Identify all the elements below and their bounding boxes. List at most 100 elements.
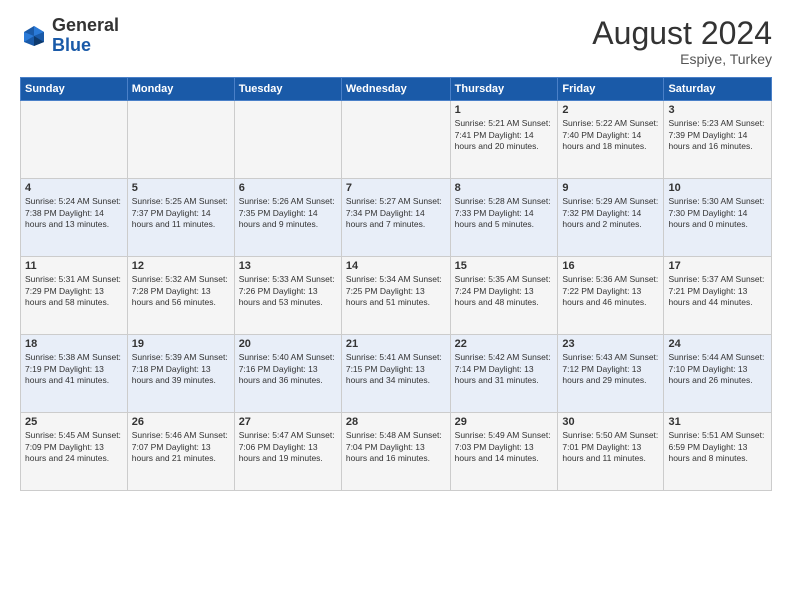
- cell-w2-d1: 12 Sunrise: 5:32 AM Sunset: 7:28 PM Dayli…: [127, 257, 234, 335]
- day-info: Sunrise: 5:30 AM Sunset: 7:30 PM Dayligh…: [668, 196, 767, 230]
- calendar-body: 1Sunrise: 5:21 AM Sunset: 7:41 PM Daylig…: [21, 101, 772, 491]
- cell-w4-d6: 31Sunrise: 5:51 AM Sunset: 6:59 PM Dayli…: [664, 413, 772, 491]
- day-number: 18: [25, 338, 123, 350]
- cell-w3-d1: 19 Sunrise: 5:39 AM Sunset: 7:18 PM Dayli…: [127, 335, 234, 413]
- day-info: Sunrise: 5:36 AM Sunset: 7:22 PM Dayligh…: [562, 274, 659, 308]
- day-info: Sunrise: 5:29 AM Sunset: 7:32 PM Dayligh…: [562, 196, 659, 230]
- day-number: 25: [25, 416, 123, 428]
- cell-w1-d2: 6 Sunrise: 5:26 AM Sunset: 7:35 PM Daylig…: [234, 179, 341, 257]
- header-row: Sunday Monday Tuesday Wednesday Thursday…: [21, 78, 772, 101]
- header: General Blue August 2024 Espiye, Turkey: [20, 16, 772, 67]
- day-info: Sunrise: 5:43 AM Sunset: 7:12 PM Dayligh…: [562, 352, 659, 386]
- day-info: Sunrise: 5:26 AM Sunset: 7:35 PM Dayligh…: [239, 196, 337, 230]
- page: General Blue August 2024 Espiye, Turkey …: [0, 0, 792, 612]
- day-info: Sunrise: 5:25 AM Sunset: 7:37 PM Dayligh…: [132, 196, 230, 230]
- cell-w1-d5: 9 Sunrise: 5:29 AM Sunset: 7:32 PM Daylig…: [558, 179, 664, 257]
- cell-w3-d0: 18 Sunrise: 5:38 AM Sunset: 7:19 PM Dayli…: [21, 335, 128, 413]
- location: Espiye, Turkey: [592, 51, 772, 67]
- day-info: Sunrise: 5:50 AM Sunset: 7:01 PM Dayligh…: [562, 430, 659, 464]
- week-row-0: 1Sunrise: 5:21 AM Sunset: 7:41 PM Daylig…: [21, 101, 772, 179]
- day-info: Sunrise: 5:42 AM Sunset: 7:14 PM Dayligh…: [455, 352, 554, 386]
- week-row-2: 11Sunrise: 5:31 AM Sunset: 7:29 PM Dayli…: [21, 257, 772, 335]
- day-number: 10: [668, 182, 767, 194]
- cell-w1-d3: 7 Sunrise: 5:27 AM Sunset: 7:34 PM Daylig…: [341, 179, 450, 257]
- cell-w1-d4: 8 Sunrise: 5:28 AM Sunset: 7:33 PM Daylig…: [450, 179, 558, 257]
- month-year: August 2024: [592, 16, 772, 51]
- cell-w0-d5: 2Sunrise: 5:22 AM Sunset: 7:40 PM Daylig…: [558, 101, 664, 179]
- cell-w4-d4: 29Sunrise: 5:49 AM Sunset: 7:03 PM Dayli…: [450, 413, 558, 491]
- cell-w3-d6: 24 Sunrise: 5:44 AM Sunset: 7:10 PM Dayli…: [664, 335, 772, 413]
- day-info: Sunrise: 5:33 AM Sunset: 7:26 PM Dayligh…: [239, 274, 337, 308]
- logo-general: General: [52, 15, 119, 35]
- day-info: Sunrise: 5:23 AM Sunset: 7:39 PM Dayligh…: [668, 118, 767, 152]
- day-number: 6: [239, 182, 337, 194]
- day-info: Sunrise: 5:28 AM Sunset: 7:33 PM Dayligh…: [455, 196, 554, 230]
- cell-w0-d2: [234, 101, 341, 179]
- day-info: Sunrise: 5:27 AM Sunset: 7:34 PM Dayligh…: [346, 196, 446, 230]
- day-info: Sunrise: 5:37 AM Sunset: 7:21 PM Dayligh…: [668, 274, 767, 308]
- cell-w0-d0: [21, 101, 128, 179]
- day-number: 30: [562, 416, 659, 428]
- day-number: 7: [346, 182, 446, 194]
- day-number: 8: [455, 182, 554, 194]
- day-number: 27: [239, 416, 337, 428]
- cell-w2-d2: 13 Sunrise: 5:33 AM Sunset: 7:26 PM Dayli…: [234, 257, 341, 335]
- calendar-table: Sunday Monday Tuesday Wednesday Thursday…: [20, 77, 772, 491]
- cell-w3-d4: 22 Sunrise: 5:42 AM Sunset: 7:14 PM Dayli…: [450, 335, 558, 413]
- col-saturday: Saturday: [664, 78, 772, 101]
- day-number: 9: [562, 182, 659, 194]
- day-number: 16: [562, 260, 659, 272]
- day-number: 24: [668, 338, 767, 350]
- day-number: 3: [668, 104, 767, 116]
- col-wednesday: Wednesday: [341, 78, 450, 101]
- day-info: Sunrise: 5:34 AM Sunset: 7:25 PM Dayligh…: [346, 274, 446, 308]
- day-number: 31: [668, 416, 767, 428]
- cell-w3-d2: 20 Sunrise: 5:40 AM Sunset: 7:16 PM Dayli…: [234, 335, 341, 413]
- day-number: 22: [455, 338, 554, 350]
- cell-w4-d3: 28Sunrise: 5:48 AM Sunset: 7:04 PM Dayli…: [341, 413, 450, 491]
- logo-text: General Blue: [52, 16, 119, 56]
- day-number: 12: [132, 260, 230, 272]
- cell-w2-d6: 17 Sunrise: 5:37 AM Sunset: 7:21 PM Dayli…: [664, 257, 772, 335]
- cell-w4-d5: 30 Sunrise: 5:50 AM Sunset: 7:01 PM Dayli…: [558, 413, 664, 491]
- day-number: 17: [668, 260, 767, 272]
- day-number: 23: [562, 338, 659, 350]
- col-friday: Friday: [558, 78, 664, 101]
- logo-icon: [20, 22, 48, 50]
- cell-w1-d1: 5 Sunrise: 5:25 AM Sunset: 7:37 PM Daylig…: [127, 179, 234, 257]
- day-info: Sunrise: 5:38 AM Sunset: 7:19 PM Dayligh…: [25, 352, 123, 386]
- cell-w2-d4: 15 Sunrise: 5:35 AM Sunset: 7:24 PM Dayli…: [450, 257, 558, 335]
- cell-w0-d4: 1Sunrise: 5:21 AM Sunset: 7:41 PM Daylig…: [450, 101, 558, 179]
- day-info: Sunrise: 5:32 AM Sunset: 7:28 PM Dayligh…: [132, 274, 230, 308]
- day-info: Sunrise: 5:35 AM Sunset: 7:24 PM Dayligh…: [455, 274, 554, 308]
- cell-w2-d0: 11Sunrise: 5:31 AM Sunset: 7:29 PM Dayli…: [21, 257, 128, 335]
- cell-w0-d3: [341, 101, 450, 179]
- col-sunday: Sunday: [21, 78, 128, 101]
- week-row-1: 4Sunrise: 5:24 AM Sunset: 7:38 PM Daylig…: [21, 179, 772, 257]
- day-info: Sunrise: 5:39 AM Sunset: 7:18 PM Dayligh…: [132, 352, 230, 386]
- logo: General Blue: [20, 16, 119, 56]
- day-info: Sunrise: 5:44 AM Sunset: 7:10 PM Dayligh…: [668, 352, 767, 386]
- day-number: 20: [239, 338, 337, 350]
- cell-w2-d5: 16 Sunrise: 5:36 AM Sunset: 7:22 PM Dayli…: [558, 257, 664, 335]
- day-number: 2: [562, 104, 659, 116]
- day-info: Sunrise: 5:40 AM Sunset: 7:16 PM Dayligh…: [239, 352, 337, 386]
- col-thursday: Thursday: [450, 78, 558, 101]
- day-info: Sunrise: 5:45 AM Sunset: 7:09 PM Dayligh…: [25, 430, 123, 464]
- day-number: 19: [132, 338, 230, 350]
- cell-w2-d3: 14 Sunrise: 5:34 AM Sunset: 7:25 PM Dayli…: [341, 257, 450, 335]
- day-number: 5: [132, 182, 230, 194]
- cell-w1-d6: 10 Sunrise: 5:30 AM Sunset: 7:30 PM Dayli…: [664, 179, 772, 257]
- day-number: 14: [346, 260, 446, 272]
- cell-w1-d0: 4Sunrise: 5:24 AM Sunset: 7:38 PM Daylig…: [21, 179, 128, 257]
- title-block: August 2024 Espiye, Turkey: [592, 16, 772, 67]
- cell-w0-d1: [127, 101, 234, 179]
- day-number: 15: [455, 260, 554, 272]
- cell-w4-d0: 25 Sunrise: 5:45 AM Sunset: 7:09 PM Dayli…: [21, 413, 128, 491]
- day-info: Sunrise: 5:24 AM Sunset: 7:38 PM Dayligh…: [25, 196, 123, 230]
- col-monday: Monday: [127, 78, 234, 101]
- day-number: 13: [239, 260, 337, 272]
- day-number: 29: [455, 416, 554, 428]
- cell-w4-d2: 27Sunrise: 5:47 AM Sunset: 7:06 PM Dayli…: [234, 413, 341, 491]
- col-tuesday: Tuesday: [234, 78, 341, 101]
